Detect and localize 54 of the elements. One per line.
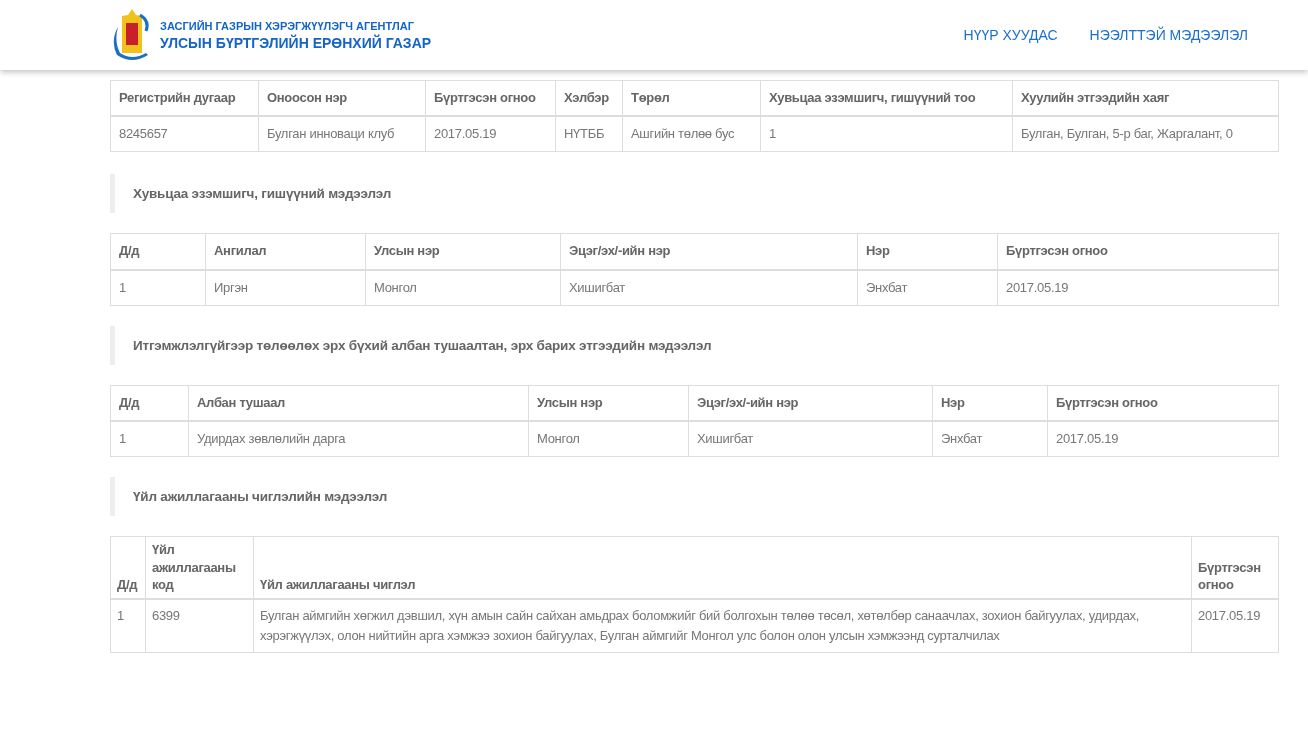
column-header: Оноосон нэр: [258, 80, 426, 117]
section-heading: Итгэмжлэлгүйгээр төлөөлөх эрх бүхий албан тушаалтан, эрх барих этгээдийн мэдээлэл: [110, 325, 1278, 365]
column-header: Д/д: [110, 385, 189, 421]
table-cell: Монгол: [528, 420, 689, 457]
column-header: Эцэг/эх/-ийн нэр: [688, 385, 933, 421]
nav-link[interactable]: НҮҮР ХУУДАС: [963, 27, 1058, 43]
column-header: Ангилал: [205, 233, 366, 270]
table-cell: Энхбат: [857, 269, 998, 306]
column-header: Д/д: [110, 233, 206, 270]
column-header: Д/д: [110, 536, 146, 599]
nav-link[interactable]: НЭЭЛТТЭЙ МЭДЭЭЛЭЛ: [1089, 27, 1248, 43]
column-header: Хэлбэр: [555, 80, 623, 117]
table-cell: 2017.05.19: [997, 269, 1279, 306]
table-cell: Ашгийн төлөө бус: [622, 116, 761, 152]
column-header: Бүртгэсэн огноо: [425, 80, 556, 117]
table-cell: 1: [110, 420, 189, 457]
table-cell: 2017.05.19: [425, 116, 556, 152]
table-cell: 2017.05.19: [1191, 598, 1279, 653]
section-heading: Хувьцаа эзэмшигч, гишүүний мэдээлэл: [110, 174, 1278, 214]
column-header: Үйл ажиллагааны чиглэл: [253, 536, 1192, 599]
table-cell: Булган аймгийн хөгжил дэвшил, хүн амын сайн сайхан амьдрах боломжийг бий болгохын төлөө төсөл, хөтөлбөр санаачлах, зохион байгуулах, удирдах, хэрэгжүүлэх, олон нийтийн арга хэмжээ зохион байгуулах, Булган аймгийг Монгол улс болон олон улсын хэмжээнд сурталчилах: [253, 598, 1192, 653]
table-cell: 1: [110, 269, 206, 306]
column-header: Улсын нэр: [365, 233, 561, 270]
table-cell: Булган инноваци клуб: [258, 116, 426, 152]
column-header: Эцэг/эх/-ийн нэр: [560, 233, 858, 270]
column-header: Хуулийн этгээдийн хаяг: [1012, 80, 1279, 117]
column-header: Регистрийн дугаар: [110, 80, 259, 117]
column-header: Бүртгэсэн огноо: [997, 233, 1279, 270]
office-name: УЛСЫН БҮРТГЭЛИЙН ЕРӨНХИЙ ГАЗАР: [160, 34, 432, 51]
agency-name: ЗАСГИЙН ГАЗРЫН ХЭРЭГЖҮҮЛЭГЧ АГЕНТЛАГ: [160, 19, 415, 32]
table-cell: 6399: [145, 598, 254, 653]
column-header: Нэр: [932, 385, 1048, 421]
column-header: Албан тушаал: [188, 385, 529, 421]
column-header: Бүртгэсэн огноо: [1047, 385, 1279, 421]
column-header: Улсын нэр: [528, 385, 689, 421]
emblem-icon: [112, 7, 152, 63]
table-cell: НҮТББ: [555, 116, 623, 152]
column-header: Үйл ажиллагааны код: [145, 536, 254, 599]
section-heading: Үйл ажиллагааны чиглэлийн мэдээлэл: [110, 477, 1278, 517]
table-cell: Энхбат: [932, 420, 1048, 457]
table-cell: 1: [110, 598, 146, 653]
column-header: Төрөл: [622, 80, 761, 117]
column-header: Бүртгэсэн огноо: [1191, 536, 1279, 599]
table-cell: Хишигбат: [560, 269, 858, 306]
column-header: Хувьцаа эзэмшигч, гишүүний тоо: [760, 80, 1013, 117]
table-cell: 2017.05.19: [1047, 420, 1279, 457]
table-cell: Иргэн: [205, 269, 366, 306]
column-header: Нэр: [857, 233, 998, 270]
table-cell: 1: [760, 116, 1013, 152]
table-cell: Удирдах зөвлөлийн дарга: [188, 420, 529, 457]
table-cell: 8245657: [110, 116, 259, 152]
table-cell: Монгол: [365, 269, 561, 306]
table-cell: Булган, Булган, 5-р баг, Жаргалант, 0: [1012, 116, 1279, 152]
table-cell: Хишигбат: [688, 420, 933, 457]
